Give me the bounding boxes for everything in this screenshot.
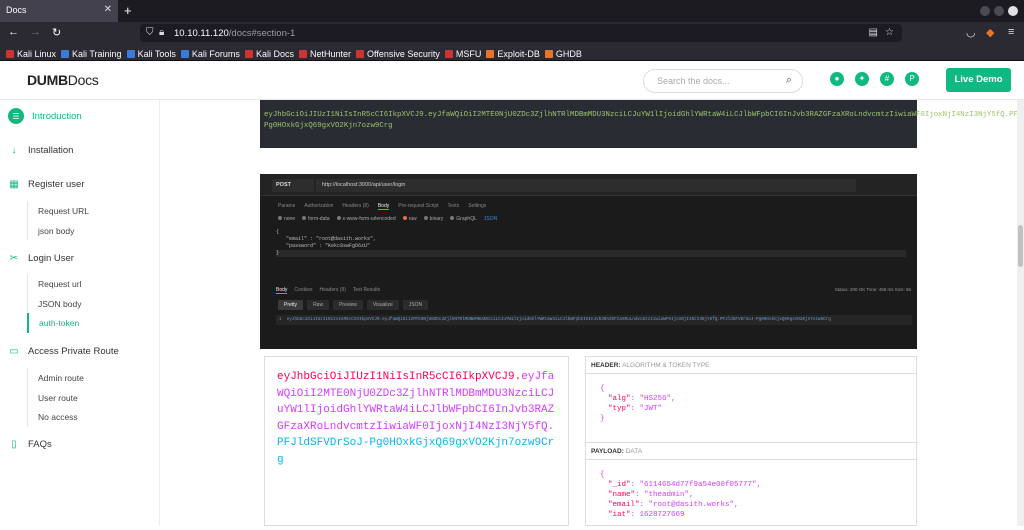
bookmark-item[interactable]: Exploit-DB — [486, 44, 545, 60]
back-icon[interactable]: ← — [8, 26, 19, 38]
token-code-block: eyJhbGciOiJIUzI1NiIsInR5cCI6IkpXVCJ9.eyJ… — [260, 100, 1024, 148]
postman-format-tabs: Pretty Raw Preview Visualize JSON — [278, 300, 429, 310]
jwt-signature-part: PFJldSFVDrSoJ-Pg0HOxkGjxQ69gxVO2Kjn7ozw9… — [277, 437, 555, 466]
postman-request-tabs: Params Authorization Headers (8) Body Pr… — [278, 203, 487, 210]
sidebar-subitem-request-url[interactable]: Request url — [28, 274, 147, 294]
nethunter-icon — [298, 49, 307, 58]
bookmark-item[interactable]: GHDB — [544, 44, 587, 60]
page-scrollbar[interactable] — [1017, 100, 1024, 526]
bookmark-item[interactable]: MSFU — [444, 44, 487, 60]
menu-icon[interactable]: ≡ — [1008, 26, 1014, 38]
exploit-db-icon — [486, 49, 495, 58]
request-url: http://localhost:3000/api/user/login — [316, 179, 856, 192]
sidebar-item-access-private-route[interactable]: ▭ Access Private Route — [8, 345, 119, 357]
postman-response-body: 1 eyJhbGciOiJIUzI1NiIsInR5cCI6IkpXVCJ9.e… — [276, 315, 912, 325]
sidebar-subitem-auth-token[interactable]: auth-token — [27, 313, 147, 333]
sidebar-subitem-json-body[interactable]: json body — [28, 221, 147, 241]
postman-body-types: none form-data x-www-form-urlencoded raw… — [278, 216, 497, 222]
sidebar-subitem-request-url[interactable]: Request URL — [28, 201, 147, 221]
jwt-payload-json: { "_id": "6114654d77f9a54e00f05777", "na… — [600, 471, 762, 519]
search-icon[interactable]: ⌕ — [786, 74, 792, 87]
lock-icon[interactable]: 🔒︎ — [159, 27, 164, 38]
payload-section-title: PAYLOAD: DATA — [586, 443, 916, 460]
bookmark-item[interactable]: Offensive Security — [355, 44, 445, 60]
sidebar-subitem-no-access[interactable]: No access — [28, 407, 147, 427]
slack-icon[interactable]: # — [880, 72, 894, 86]
sidebar-subitem-admin-route[interactable]: Admin route — [28, 368, 147, 388]
docs-sidebar: ☰ Introduction ↓ Installation ▦ Register… — [0, 100, 160, 526]
kali-icon — [244, 49, 253, 58]
jwt-header-part: eyJhbGciOiJIUzI1NiIsInR5cCI6IkpXVCJ9. — [277, 371, 522, 383]
sidebar-item-installation[interactable]: ↓ Installation — [8, 144, 74, 156]
browser-tab-bar: Docs ✕ + — [0, 0, 1024, 22]
jwt-header-json: { "alg": "HS256", "typ": "JWT" } — [600, 385, 676, 423]
browser-tab[interactable]: Docs ✕ — [0, 0, 118, 22]
bookmark-item[interactable]: Kali Tools — [126, 44, 181, 60]
login-subnav: Request url JSON body auth-token — [27, 274, 147, 333]
bookmark-item[interactable]: Kali Training — [61, 44, 127, 60]
shield-icon[interactable]: ⛉ — [146, 27, 154, 38]
bookmark-item[interactable]: Kali Linux — [6, 44, 61, 60]
box-icon: ▦ — [9, 178, 19, 190]
pocket-icon[interactable]: ◡ — [966, 26, 976, 39]
kali-icon — [61, 49, 70, 58]
bookmark-item[interactable]: Kali Forums — [180, 44, 245, 60]
scrollbar-thumb[interactable] — [1018, 225, 1023, 267]
github-icon[interactable]: ● — [830, 72, 844, 86]
url-path: /docs#section-1 — [228, 28, 296, 39]
tablet-icon: ▯ — [11, 438, 17, 450]
bookmark-item[interactable]: NetHunter — [298, 44, 356, 60]
postman-response-tabs: Body Cookies Headers (9) Test Results — [276, 287, 381, 294]
minimize-icon[interactable] — [980, 6, 990, 16]
tab-title: Docs — [6, 5, 27, 15]
jwt-encoded-panel: eyJhbGciOiJIUzI1NiIsInR5cCI6IkpXVCJ9.eyJ… — [264, 356, 569, 526]
sidebar-subitem-user-route[interactable]: User route — [28, 388, 147, 408]
register-subnav: Request URL json body — [27, 201, 147, 240]
reload-icon[interactable]: ↻ — [52, 26, 61, 39]
sidebar-item-login-user[interactable]: ✂ Login User — [8, 252, 74, 264]
bookmark-star-icon[interactable]: ☆ — [885, 27, 894, 38]
site-logo[interactable]: DUMBDocs — [27, 72, 99, 88]
map-signs-icon: ☰ — [8, 108, 24, 124]
sidebar-item-faqs[interactable]: ▯ FAQs — [8, 438, 52, 450]
offsec-icon — [355, 49, 364, 58]
sidebar-subitem-json-body[interactable]: JSON body — [28, 294, 147, 314]
postman-request-body: { "email" : "root@dasith.works", "passwo… — [276, 229, 906, 257]
postman-status: Status: 200 OK Time: 458 ms Size: 66 — [834, 287, 911, 292]
reader-view-icon[interactable]: ▤ — [869, 27, 878, 38]
laptop-icon: ▭ — [9, 345, 19, 357]
header-section-title: HEADER: ALGORITHM & TOKEN TYPE — [586, 357, 916, 374]
search-input[interactable]: Search the docs... ⌕ — [643, 69, 803, 93]
close-icon[interactable]: ✕ — [104, 4, 112, 15]
site-header: DUMBDocs Search the docs... ⌕ ● ✦ # P Li… — [0, 61, 1024, 100]
tools-icon: ✂ — [9, 252, 19, 264]
extension-fox-icon[interactable]: ◆ — [986, 26, 994, 39]
browser-nav-bar: ← → ↻ ⛉ 🔒︎ 10.10.11.120/docs#section-1 ▤… — [0, 22, 1024, 44]
sidebar-item-introduction[interactable]: ☰ Introduction — [8, 108, 82, 124]
window-controls — [980, 6, 1018, 16]
kali-icon — [6, 49, 14, 58]
maximize-icon[interactable] — [994, 6, 1004, 16]
private-route-subnav: Admin route User route No access — [27, 368, 147, 427]
jwt-decoded-panel: HEADER: ALGORITHM & TOKEN TYPE { "alg": … — [585, 356, 918, 526]
new-tab-icon[interactable]: + — [124, 3, 132, 18]
http-method: POST — [272, 179, 314, 192]
product-hunt-icon[interactable]: P — [905, 72, 919, 86]
ghdb-icon — [544, 49, 553, 58]
offsec-icon — [444, 49, 453, 58]
sidebar-item-register-user[interactable]: ▦ Register user — [8, 178, 84, 190]
bookmarks-bar: Kali Linux Kali Training Kali Tools Kali… — [0, 44, 1024, 61]
live-demo-button[interactable]: Live Demo — [946, 68, 1011, 92]
bookmark-item[interactable]: Kali Docs — [244, 44, 299, 60]
postman-screenshot: POST http://localhost:3000/api/user/logi… — [260, 174, 917, 349]
arrow-down-icon: ↓ — [11, 144, 17, 156]
url-bar[interactable]: ⛉ 🔒︎ 10.10.11.120/docs#section-1 ▤ ☆ — [140, 24, 902, 42]
url-host: 10.10.11.120 — [174, 28, 229, 39]
kali-icon — [180, 49, 189, 58]
kali-icon — [126, 49, 135, 58]
close-window-icon[interactable] — [1008, 6, 1018, 16]
postman-request-bar: POST http://localhost:3000/api/user/logi… — [260, 174, 917, 196]
forward-icon[interactable]: → — [30, 26, 41, 38]
twitter-icon[interactable]: ✦ — [855, 72, 869, 86]
